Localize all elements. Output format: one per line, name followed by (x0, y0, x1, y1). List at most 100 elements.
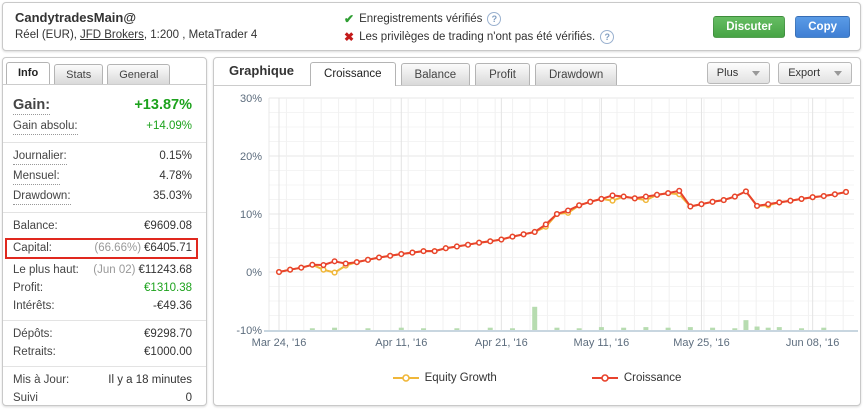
account-leverage-platform: , 1:200 , MetaTrader 4 (143, 29, 258, 41)
chevron-down-icon (752, 70, 761, 76)
help-icon[interactable]: ? (487, 12, 502, 26)
chart-panel: Graphique Croissance Balance Profit Draw… (213, 57, 861, 406)
account-title: CandytradesMain@ (15, 10, 137, 25)
stat-value: €9298.70 (144, 328, 192, 340)
growth-chart: 30% 20% 10% 0% -10%Mar 24, '16 Apr 11, '16 Apr… (236, 93, 858, 349)
stat-row-abs-gain: Gain absolu: +14.09% (13, 120, 192, 135)
stat-row-capital-highlighted: Capital: (66.66%) €6405.71 (5, 238, 198, 259)
stat-value: (Jun 02) €11243.68 (93, 264, 192, 277)
tab-drawdown[interactable]: Drawdown (534, 63, 618, 85)
svg-text:Apr 21, '16: Apr 21, '16 (475, 337, 528, 349)
svg-text:Mar 24, '16: Mar 24, '16 (252, 337, 307, 349)
capital-percent: (66.66%) (94, 242, 142, 254)
chart-controls: Plus Export (706, 62, 852, 84)
stat-row-withdrawals: Retraits: €1000.00 (13, 346, 192, 359)
divider (3, 142, 206, 143)
tab-general[interactable]: General (107, 64, 171, 84)
sidebar-stats: Gain: +13.87% Gain absolu: +14.09% Journ… (3, 85, 206, 405)
verification-status: ✔ Enregistrements vérifiés ? ✖ Les privi… (344, 11, 615, 47)
stat-value: €9609.08 (144, 220, 192, 232)
sidebar-tabbar: Info Stats General (3, 58, 206, 85)
capital-amount: €6405.71 (144, 242, 192, 254)
chart-panel-title: Graphique (229, 63, 295, 78)
stat-value: 0 (185, 392, 192, 404)
stat-row-daily: Journalier: 0.15% (13, 150, 192, 165)
divider (3, 366, 206, 367)
stat-value: +13.87% (134, 97, 192, 113)
stat-label[interactable]: Journalier: (13, 150, 67, 165)
chevron-down-icon (834, 70, 842, 76)
stat-label[interactable]: Gain absolu: (13, 120, 78, 135)
stat-label: Mis à Jour: (13, 374, 70, 386)
account-header-panel: CandytradesMain@ Réel (EUR), JFD Brokers,… (2, 2, 861, 51)
chart-legend: Equity Growth Croissance (214, 372, 860, 384)
svg-text:20%: 20% (240, 151, 262, 163)
stat-label: Intérêts: (13, 300, 55, 312)
legend-label: Croissance (623, 372, 682, 384)
equity-growth-marker-icon (392, 374, 419, 382)
tab-stats[interactable]: Stats (54, 64, 104, 84)
stat-value: -€49.36 (152, 300, 192, 312)
check-icon: ✔ (344, 12, 355, 26)
stat-row-updated: Mis à Jour: Il y a 18 minutes (13, 374, 192, 387)
svg-text:10%: 10% (240, 209, 262, 221)
stat-value: €1310.38 (144, 282, 192, 294)
svg-text:30%: 30% (240, 93, 262, 105)
track-record-verified-line: ✔ Enregistrements vérifiés ? (344, 11, 614, 27)
trading-privileges-text: Les privilèges de trading n'ont pas été … (359, 31, 596, 43)
broker-link[interactable]: JFD Brokers (80, 29, 144, 41)
stat-label: Balance: (13, 220, 58, 232)
trading-privileges-line: ✖ Les privilèges de trading n'ont pas ét… (344, 29, 615, 45)
svg-text:May 25, '16: May 25, '16 (673, 337, 730, 349)
tab-croissance[interactable]: Croissance (310, 62, 396, 86)
more-dropdown-label: Plus (716, 67, 739, 79)
help-icon[interactable]: ? (600, 30, 615, 44)
svg-text:-10%: -10% (236, 325, 262, 337)
stat-row-gain: Gain: +13.87% (13, 97, 192, 115)
more-dropdown[interactable]: Plus (706, 62, 771, 84)
stat-label[interactable]: Mensuel: (13, 170, 60, 185)
stat-value: Il y a 18 minutes (108, 374, 192, 386)
track-record-verified-text: Enregistrements vérifiés (359, 13, 483, 25)
stat-label[interactable]: Drawdown: (13, 190, 71, 205)
stat-row-balance: Balance: €9609.08 (13, 220, 192, 233)
export-dropdown-label: Export (788, 67, 820, 79)
tab-balance[interactable]: Balance (400, 63, 471, 85)
header-buttons: Discuter Copy (713, 16, 850, 38)
copy-button[interactable]: Copy (795, 16, 850, 38)
discuss-button[interactable]: Discuter (713, 16, 786, 38)
divider (3, 320, 206, 321)
legend-item-equity-growth[interactable]: Equity Growth (392, 372, 497, 384)
tab-profit[interactable]: Profit (475, 63, 530, 85)
info-sidebar-panel: Info Stats General Gain: +13.87% Gain ab… (2, 57, 207, 406)
account-type: Réel (EUR), (15, 29, 77, 41)
stat-value: 35.03% (152, 190, 192, 202)
svg-text:Jun 08, '16: Jun 08, '16 (786, 337, 839, 349)
stat-label: Suivi (13, 392, 38, 404)
stat-row-interest: Intérêts: -€49.36 (13, 300, 192, 313)
svg-text:May 11, '16: May 11, '16 (574, 337, 630, 349)
stat-row-tracking: Suivi 0 (13, 392, 192, 405)
stat-value: €1000.00 (144, 346, 192, 358)
legend-label: Equity Growth (424, 372, 497, 384)
stat-row-monthly: Mensuel: 4.78% (13, 170, 192, 185)
tab-info[interactable]: Info (6, 62, 51, 84)
account-identity: CandytradesMain@ Réel (EUR), JFD Brokers,… (15, 10, 257, 41)
stat-label: Le plus haut: (13, 264, 79, 276)
stat-label: Profit: (13, 282, 44, 294)
myfxbook-account-page: CandytradesMain@ Réel (EUR), JFD Brokers,… (0, 0, 863, 409)
export-dropdown[interactable]: Export (778, 62, 852, 84)
svg-text:Apr 11, '16: Apr 11, '16 (375, 337, 427, 349)
svg-text:0%: 0% (246, 267, 262, 279)
stat-label[interactable]: Gain: (13, 97, 51, 115)
legend-item-croissance[interactable]: Croissance (591, 372, 682, 384)
stat-value: +14.09% (146, 120, 192, 132)
highest-amount: €11243.68 (138, 264, 192, 276)
stat-label: Capital: (13, 242, 52, 254)
stat-row-drawdown: Drawdown: 35.03% (13, 190, 192, 205)
stat-value: 4.78% (159, 170, 192, 182)
stat-label: Retraits: (13, 346, 56, 358)
stat-row-deposits: Dépôts: €9298.70 (13, 328, 192, 341)
stat-row-profit: Profit: €1310.38 (13, 282, 192, 295)
cross-icon: ✖ (344, 30, 355, 44)
